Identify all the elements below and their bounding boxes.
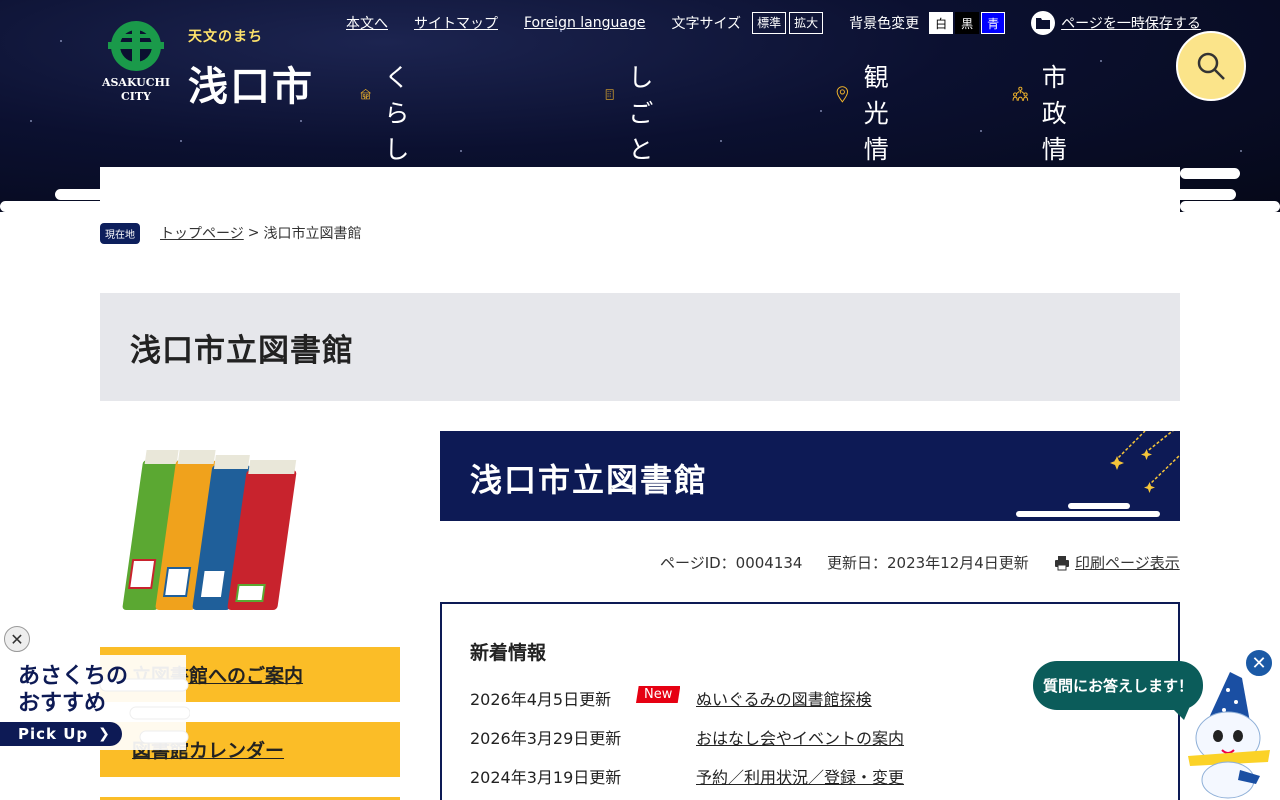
print-page-link[interactable]: 印刷ページ表示 xyxy=(1054,552,1180,573)
printer-icon xyxy=(1055,555,1069,570)
new-badge: New xyxy=(636,686,681,703)
news-item: 2026年3月29日更新 おはなし会やイベントの案内 xyxy=(470,723,1170,749)
cloud-right-3 xyxy=(1115,189,1236,200)
cloud-left-3 xyxy=(0,201,110,212)
page-meta: ページID：0004134 更新日：2023年12月4日更新 印刷ページ表示 xyxy=(440,552,1180,572)
nav-tourism-line1: 観光情 xyxy=(863,63,891,164)
print-page-label[interactable]: 印刷ページ表示 xyxy=(1075,552,1180,573)
cloud-right-4 xyxy=(1180,201,1280,212)
font-large-button[interactable]: 拡大 xyxy=(789,12,824,34)
foreign-language-link[interactable]: Foreign language xyxy=(524,15,645,31)
utility-bar: 本文へ サイトマップ Foreign language 文字サイズ 標準 拡大 … xyxy=(346,10,1201,36)
logo-english-line1: ASAKUCHI xyxy=(101,76,171,89)
city-logo[interactable]: ASAKUCHI CITY 天文のまち 浅口市 xyxy=(100,20,330,110)
pickup-title-line1: あさくちの xyxy=(18,664,129,689)
page-id: ページID：0004134 xyxy=(660,554,803,572)
news-link[interactable]: おはなし会やイベントの案内 xyxy=(696,725,904,749)
nav-city-admin-line2: 報 xyxy=(1041,171,1069,200)
breadcrumb-home-link[interactable]: トップページ xyxy=(160,223,244,243)
logo-english: ASAKUCHI CITY xyxy=(100,76,172,104)
people-icon xyxy=(1012,86,1029,101)
nav-city-admin-line1: 市政情 xyxy=(1041,63,1069,164)
search-button[interactable] xyxy=(1176,31,1246,101)
bg-blue-button[interactable]: 青 xyxy=(981,12,1006,34)
news-link[interactable]: ぬいぐるみの図書館探検 xyxy=(696,686,872,710)
nav-work-line1: しごとの情 xyxy=(628,63,656,212)
chevron-right-icon: ❯ xyxy=(98,726,111,742)
folder-icon xyxy=(1031,11,1056,35)
bg-black-button[interactable]: 黒 xyxy=(955,12,980,34)
city-emblem-icon xyxy=(108,21,164,71)
save-page-label: ページを一時保存する xyxy=(1061,16,1201,32)
current-location-badge: 現在地 xyxy=(100,222,140,244)
nav-tourism[interactable]: 観光情報 xyxy=(834,60,906,204)
skip-to-content-link[interactable]: 本文へ xyxy=(346,13,388,33)
content-heading-banner: 浅口市立図書館 xyxy=(440,431,1180,521)
nav-city-admin[interactable]: 市政情報 xyxy=(1012,60,1084,204)
breadcrumb: 現在地 トップページ > 浅口市立図書館 xyxy=(100,222,361,244)
news-title: 新着情報 xyxy=(470,642,547,664)
news-item: 2024年3月19日更新 予約／利用状況／登録・変更 xyxy=(470,762,1170,788)
news-date: 2024年3月19日更新 xyxy=(470,768,622,787)
page-title-band: 浅口市立図書館 xyxy=(100,293,1180,401)
pickup-button-label: Pick Up xyxy=(18,725,89,743)
cloud-right-2 xyxy=(1180,168,1240,179)
map-pin-icon xyxy=(836,86,849,103)
font-standard-button[interactable]: 標準 xyxy=(752,12,787,34)
breadcrumb-separator: > xyxy=(247,225,260,241)
site-header: ASAKUCHI CITY 天文のまち 浅口市 本文へ サイトマップ Forei… xyxy=(0,0,1280,212)
nav-living[interactable]: くらしの情報 xyxy=(360,60,432,212)
news-date: 2026年4月5日更新 xyxy=(470,690,612,709)
nav-work[interactable]: しごとの情報 xyxy=(604,60,676,212)
bg-white-button[interactable]: 白 xyxy=(929,12,954,34)
save-page-button[interactable]: ページを一時保存する xyxy=(1031,11,1201,35)
nav-tourism-line2: 報 xyxy=(863,171,891,200)
chatbot-bubble[interactable]: 質問にお答えします！ xyxy=(1033,661,1203,710)
logo-tagline: 天文のまち xyxy=(188,29,263,45)
building-icon xyxy=(605,89,614,100)
pickup-close-button[interactable]: ✕ xyxy=(4,626,30,652)
pickup-button[interactable]: Pick Up ❯ xyxy=(0,722,122,746)
news-link[interactable]: 予約／利用状況／登録・変更 xyxy=(696,764,904,788)
search-icon xyxy=(1197,52,1225,80)
page-title: 浅口市立図書館 xyxy=(130,333,354,369)
breadcrumb-current: 浅口市立図書館 xyxy=(263,226,362,242)
sitemap-link[interactable]: サイトマップ xyxy=(414,13,498,33)
house-icon xyxy=(360,88,371,100)
news-date: 2026年3月29日更新 xyxy=(470,729,622,748)
updated-date: 更新日：2023年12月4日更新 xyxy=(827,554,1029,572)
nav-living-line1: くらしの情 xyxy=(384,63,412,212)
logo-name: 浅口市 xyxy=(188,63,314,110)
cloud-left-2 xyxy=(55,189,165,200)
mascot-character-icon[interactable] xyxy=(1180,670,1280,800)
pickup-title-line2: おすすめ xyxy=(18,691,107,716)
font-size-label: 文字サイズ xyxy=(671,16,742,32)
logo-english-line2: CITY xyxy=(121,90,151,103)
shooting-stars-decoration xyxy=(1016,431,1180,517)
books-illustration xyxy=(122,450,297,610)
bg-color-label: 背景色変更 xyxy=(849,16,920,32)
